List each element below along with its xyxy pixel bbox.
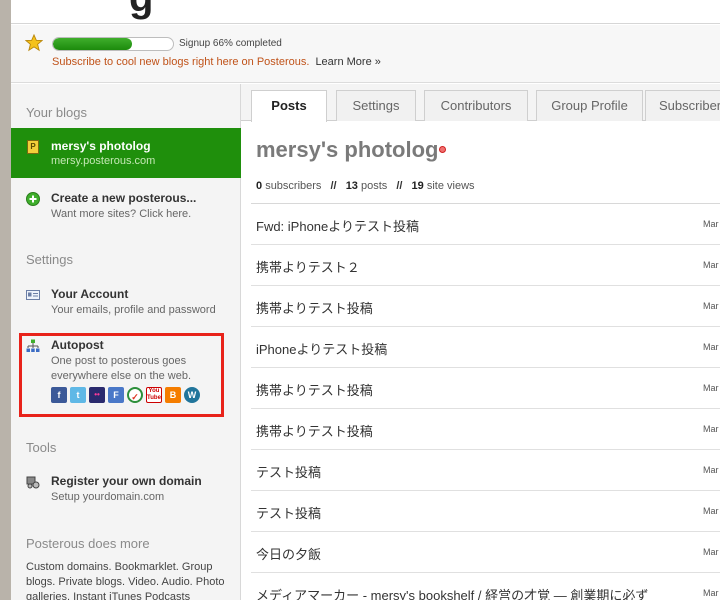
subscribe-line: Subscribe to cool new blogs right here o…	[52, 56, 381, 68]
subscribe-link[interactable]: Subscribe to cool new blogs right here o…	[52, 56, 309, 68]
tab-contributors[interactable]: Contributors	[424, 90, 528, 121]
tools-icon	[26, 476, 40, 489]
learn-more-link[interactable]: Learn More »	[315, 56, 380, 68]
signup-progress-fill	[53, 38, 133, 50]
your-blogs-heading: Your blogs	[26, 105, 87, 120]
sidebar-item-your-account[interactable]: Your Account Your emails, profile and pa…	[11, 287, 241, 319]
page: g Signup 66% completed Subscribe to cool…	[11, 0, 720, 600]
post-date: Mar	[703, 260, 719, 270]
post-title-link[interactable]: 携帯よりテスト投稿	[256, 298, 373, 317]
subscribers-count: 0	[256, 180, 263, 192]
status-dot-icon	[439, 146, 446, 153]
post-title-link[interactable]: テスト投稿	[256, 503, 321, 522]
post-row[interactable]: 携帯よりテスト２ Mar	[251, 245, 720, 286]
post-row[interactable]: テスト投稿 Mar	[251, 450, 720, 491]
post-date: Mar	[703, 301, 719, 311]
post-row[interactable]: 携帯よりテスト投稿 Mar	[251, 409, 720, 450]
tab-bar: Posts Settings Contributors Group Profil…	[241, 84, 720, 122]
post-date: Mar	[703, 424, 719, 434]
signup-bar: Signup 66% completed Subscribe to cool n…	[11, 25, 720, 83]
post-date: Mar	[703, 383, 719, 393]
blog-title: mersy's photolog	[256, 137, 439, 162]
posts-label[interactable]: posts	[361, 180, 387, 192]
selected-blog-name: mersy's photolog	[51, 139, 151, 153]
post-date: Mar	[703, 465, 719, 475]
tools-heading: Tools	[26, 440, 57, 455]
views-label: site views	[426, 180, 475, 192]
sidebar: Your blogs P mersy's photolog mersy.post…	[11, 84, 241, 600]
your-account-desc: Your emails, profile and password	[51, 304, 216, 316]
tab-settings[interactable]: Settings	[336, 90, 416, 121]
settings-heading: Settings	[26, 252, 73, 267]
star-icon	[25, 34, 43, 52]
stats-separator: //	[330, 180, 337, 192]
post-title-link[interactable]: 携帯よりテスト投稿	[256, 421, 373, 440]
post-date: Mar	[703, 342, 719, 352]
posterous-p-icon: P	[27, 140, 39, 154]
tab-posts[interactable]: Posts	[251, 90, 327, 122]
sidebar-item-create-posterous[interactable]: Create a new posterous... Want more site…	[11, 191, 241, 223]
post-list: Fwd: iPhoneよりテスト投稿 Mar 携帯よりテスト２ Mar 携帯よりテスト投…	[251, 203, 720, 600]
signup-progress-bar	[52, 37, 174, 51]
post-title-link[interactable]: テスト投稿	[256, 462, 321, 481]
post-title-link[interactable]: Fwd: iPhoneよりテスト投稿	[256, 216, 419, 235]
post-row[interactable]: iPhoneよりテスト投稿 Mar	[251, 327, 720, 368]
post-title-link[interactable]: メディアマーカー - mersy's bookshelf / 経営の才覚 — 創…	[256, 585, 648, 600]
selected-blog-url: mersy.posterous.com	[51, 155, 156, 167]
plus-circle-icon	[26, 192, 40, 206]
register-domain-title: Register your own domain	[51, 474, 202, 488]
post-title-link[interactable]: 今日の夕飯	[256, 544, 321, 563]
post-row[interactable]: 携帯よりテスト投稿 Mar	[251, 286, 720, 327]
post-row[interactable]: テスト投稿 Mar	[251, 491, 720, 532]
tab-subscribers[interactable]: Subscriber	[645, 90, 720, 121]
post-title-link[interactable]: iPhoneよりテスト投稿	[256, 339, 387, 358]
logo-fragment: g	[129, 0, 153, 21]
signup-status-text: Signup 66% completed	[179, 38, 282, 49]
register-domain-desc: Setup yourdomain.com	[51, 491, 165, 503]
post-title-link[interactable]: 携帯よりテスト２	[256, 257, 360, 276]
subscribers-label[interactable]: subscribers	[265, 180, 321, 192]
blog-stats: 0 subscribers // 13 posts // 19 site vie…	[256, 180, 475, 192]
post-row[interactable]: 今日の夕飯 Mar	[251, 532, 720, 573]
autopost-highlight-box	[19, 333, 224, 417]
posts-count: 13	[345, 180, 358, 192]
your-account-title: Your Account	[51, 287, 129, 301]
post-date: Mar	[703, 506, 719, 516]
views-count: 19	[411, 180, 424, 192]
post-date: Mar	[703, 588, 719, 598]
create-posterous-title: Create a new posterous...	[51, 191, 197, 205]
post-row[interactable]: メディアマーカー - mersy's bookshelf / 経営の才覚 — 創…	[251, 573, 720, 600]
top-strip: g	[11, 0, 720, 24]
tab-group-profile[interactable]: Group Profile	[536, 90, 643, 121]
sidebar-item-register-domain[interactable]: Register your own domain Setup yourdomai…	[11, 474, 241, 506]
post-title-link[interactable]: 携帯よりテスト投稿	[256, 380, 373, 399]
posterous-more-heading: Posterous does more	[26, 536, 150, 551]
create-posterous-desc: Want more sites? Click here.	[51, 208, 192, 220]
post-row[interactable]: 携帯よりテスト投稿 Mar	[251, 368, 720, 409]
sidebar-item-selected-blog[interactable]: P mersy's photolog mersy.posterous.com	[11, 128, 241, 178]
post-date: Mar	[703, 219, 719, 229]
posterous-more-text: Custom domains. Bookmarklet. Group blogs…	[26, 561, 225, 600]
stats-separator: //	[396, 180, 403, 192]
post-date: Mar	[703, 547, 719, 557]
id-card-icon	[26, 290, 40, 300]
post-row[interactable]: Fwd: iPhoneよりテスト投稿 Mar	[251, 204, 720, 245]
